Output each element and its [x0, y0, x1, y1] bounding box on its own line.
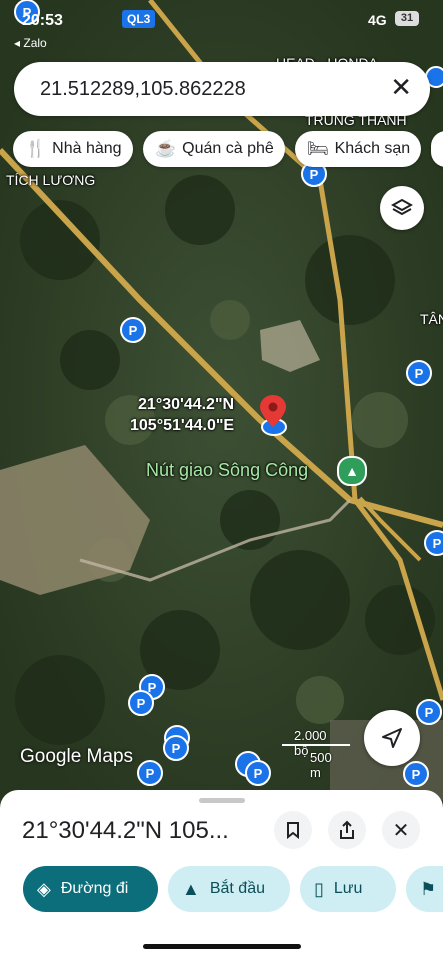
map-label-tan: TÂN	[420, 311, 443, 327]
svg-text:P: P	[146, 766, 155, 781]
map-label-tich-luong: TÍCH LƯƠNG	[6, 172, 96, 188]
pin-latitude: 21°30'44.2"N	[138, 396, 235, 413]
chip-label: Nhà hàng	[52, 140, 122, 157]
chip-label: Khách sạn	[334, 140, 411, 157]
home-indicator[interactable]	[143, 944, 301, 949]
directions-button[interactable]: ◈ Đường đi	[23, 866, 158, 912]
status-time: 20:53	[22, 12, 63, 29]
save-bookmark-button[interactable]	[274, 811, 312, 849]
bookmark-icon: ▯	[314, 878, 324, 899]
tree-icon[interactable]: ▲	[337, 456, 367, 486]
layers-icon	[391, 198, 413, 216]
dropped-pin-icon[interactable]	[258, 393, 288, 437]
svg-text:P: P	[172, 741, 181, 756]
battery-icon: 31	[395, 11, 419, 26]
place-title: 21°30'44.2"N 105...	[22, 817, 229, 844]
sheet-handle[interactable]	[199, 798, 245, 803]
start-label: Bắt đầu	[209, 880, 265, 897]
svg-text:P: P	[415, 366, 424, 381]
search-bar[interactable]: 21.512289,105.862228 ✕	[14, 62, 430, 116]
close-sheet-button[interactable]: ✕	[382, 811, 420, 849]
share-button[interactable]	[328, 811, 366, 849]
svg-text:P: P	[310, 167, 319, 182]
directions-label: Đường đi	[60, 880, 129, 897]
start-button[interactable]: ▲ Bắt đầu	[168, 866, 290, 912]
chip-more[interactable]	[431, 131, 443, 167]
svg-text:P: P	[425, 705, 434, 720]
svg-text:P: P	[254, 766, 263, 781]
chip-cafes[interactable]: ☕ Quán cà phê	[143, 131, 285, 167]
google-maps-logo: Google Maps	[20, 746, 134, 767]
place-sheet: 21°30'44.2"N 105... ✕ ◈ Đường đi ▲ Bắt đ…	[0, 790, 443, 960]
label-button[interactable]: ⚑	[406, 866, 443, 912]
flag-icon: ⚑	[420, 878, 437, 899]
navigation-arrow-icon	[382, 728, 402, 748]
my-location-button[interactable]	[364, 710, 420, 766]
layers-button[interactable]	[380, 186, 424, 230]
road-badge: QL3	[122, 10, 156, 28]
svg-text:P: P	[137, 696, 146, 711]
coffee-icon: ☕	[155, 139, 177, 158]
poi-label[interactable]: Nút giao Sông Công	[146, 460, 308, 481]
network-indicator: 4G	[368, 12, 387, 28]
fork-knife-icon: 🍴	[25, 139, 47, 158]
svg-text:P: P	[433, 536, 442, 551]
close-icon[interactable]: ✕	[390, 72, 412, 103]
status-bar: 20:53 ◂ Zalo QL3 4G 31	[0, 8, 443, 50]
category-chips: 🍴 Nhà hàng ☕ Quán cà phê 🛏 Khách sạn	[13, 131, 443, 167]
svg-text:P: P	[129, 323, 138, 338]
bed-icon: 🛏	[307, 139, 329, 158]
svg-text:P: P	[148, 680, 157, 695]
search-input[interactable]: 21.512289,105.862228	[40, 78, 246, 101]
share-icon	[340, 820, 354, 839]
save-button[interactable]: ▯ Lưu	[300, 866, 396, 912]
dropped-pin-label: 21°30'44.2"N 105°51'44.0"E	[130, 394, 234, 436]
pin-longitude: 105°51'44.0"E	[130, 417, 235, 434]
save-label: Lưu	[333, 880, 363, 897]
scale-meters: 500 m	[310, 750, 332, 780]
chip-label: Quán cà phê	[182, 140, 274, 157]
chip-restaurants[interactable]: 🍴 Nhà hàng	[13, 131, 133, 167]
close-icon: ✕	[392, 819, 410, 842]
svg-text:P: P	[412, 767, 421, 782]
back-to-app[interactable]: ◂ Zalo	[14, 36, 47, 50]
navigation-arrow-icon: ▲	[182, 878, 200, 899]
directions-icon: ◈	[37, 878, 51, 899]
bookmark-icon	[287, 822, 299, 839]
chip-hotels[interactable]: 🛏 Khách sạn	[295, 131, 421, 167]
